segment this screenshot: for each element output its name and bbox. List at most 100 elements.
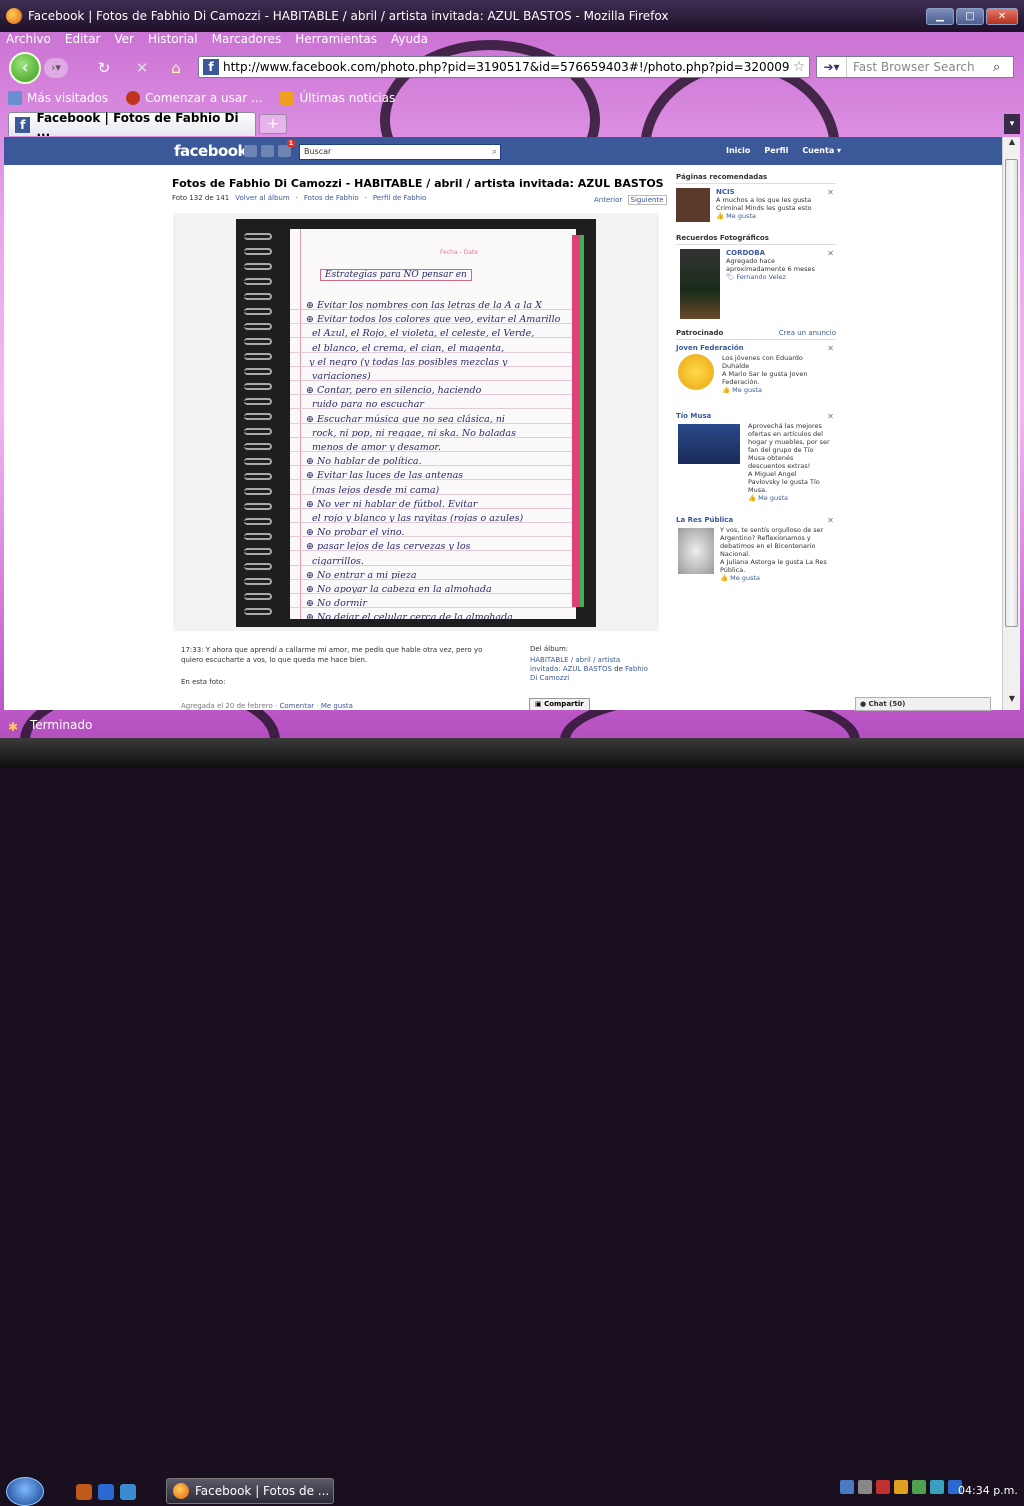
ad-like[interactable]: 👍 Me gusta — [720, 574, 828, 582]
ad-title[interactable]: Joven Federación — [676, 344, 836, 352]
ad-like[interactable]: 👍 Me gusta — [722, 386, 828, 394]
menu-archivo[interactable]: Archivo — [6, 32, 51, 50]
create-ad-link[interactable]: Crea un anuncio — [779, 329, 836, 337]
recommended-name[interactable]: NCIS — [716, 188, 828, 196]
bookmark-star-icon[interactable]: ☆ — [789, 59, 809, 75]
quicklaunch-icon[interactable] — [120, 1484, 136, 1500]
tab-facebook[interactable]: f Facebook | Fotos de Fabhio Di ... — [8, 111, 256, 139]
profile-of-link[interactable]: Perfil de Fabhio — [373, 194, 427, 202]
menu-ver[interactable]: Ver — [114, 32, 134, 50]
ad-title[interactable]: Tío Musa — [676, 412, 836, 420]
bookmark-most-visited[interactable]: Más visitados — [8, 90, 108, 106]
tray-icon[interactable] — [930, 1480, 944, 1494]
search-engine-icon[interactable]: ➔▾ — [817, 57, 847, 77]
chat-bar[interactable]: ● Chat (50) — [855, 697, 991, 711]
next-link[interactable]: Siguiente — [627, 195, 667, 205]
scroll-up-arrow[interactable]: ▲ — [1003, 137, 1021, 153]
start-button[interactable] — [6, 1477, 44, 1506]
notifications-icon[interactable]: 1 — [278, 140, 295, 157]
close-icon[interactable]: ✕ — [827, 516, 834, 525]
url-bar[interactable]: f http://www.facebook.com/photo.php?pid=… — [198, 56, 810, 78]
search-placeholder[interactable]: Fast Browser Search — [847, 60, 993, 74]
notebook-photo[interactable]: Fecha - Date Estrategias para NO pensar … — [236, 219, 596, 627]
note-line: ⊕ Evitar las luces de las antenas — [306, 470, 464, 482]
fb-nav-inicio[interactable]: Inicio — [726, 146, 750, 155]
ad-image[interactable] — [678, 424, 740, 464]
tab-list-button[interactable]: ▾ — [1004, 114, 1020, 134]
search-box[interactable]: ➔▾ Fast Browser Search ⌕ — [816, 56, 1014, 78]
minimize-button[interactable]: ▁ — [926, 8, 954, 25]
menu-ayuda[interactable]: Ayuda — [391, 32, 428, 50]
status-text: Terminado — [30, 718, 93, 732]
close-icon[interactable]: ✕ — [827, 344, 834, 353]
search-icon[interactable]: ⌕ — [492, 145, 497, 159]
share-label: Compartir — [544, 700, 584, 708]
close-icon[interactable]: ✕ — [827, 249, 834, 258]
menu-marcadores[interactable]: Marcadores — [212, 32, 282, 50]
recommended-like[interactable]: 👍 Me gusta — [716, 212, 828, 220]
ad-image[interactable] — [678, 528, 714, 574]
ie-icon[interactable] — [98, 1484, 114, 1500]
menu-editar[interactable]: Editar — [65, 32, 101, 50]
scrollbar-thumb[interactable] — [1005, 159, 1018, 627]
spiral-ring — [244, 608, 272, 615]
bookmark-latest-news[interactable]: Últimas noticias — [280, 90, 395, 106]
bookmark-getting-started[interactable]: Comenzar a usar ... — [126, 90, 262, 106]
taskbar-firefox-button[interactable]: Facebook | Fotos de ... — [166, 1478, 334, 1504]
spiral-ring — [244, 278, 272, 285]
album-link[interactable]: HABITABLE / abril / artista invitada: AZ… — [530, 656, 620, 673]
fb-nav-cuenta[interactable]: Cuenta ▾ — [802, 146, 841, 155]
memories-item: CORDOBA Agregado hace aproximadamente 6 … — [676, 249, 836, 329]
browser-window: Facebook | Fotos de Fabhio Di Camozzi - … — [0, 0, 1024, 738]
back-to-album-link[interactable]: Volver al álbum — [235, 194, 289, 202]
ncis-thumbnail[interactable] — [676, 188, 710, 222]
memory-title[interactable]: CORDOBA — [726, 249, 830, 257]
fb-search-input[interactable]: Buscar ⌕ — [299, 144, 501, 160]
new-tab-button[interactable]: + — [259, 114, 287, 134]
comment-link[interactable]: Comentar — [279, 702, 314, 710]
share-button[interactable]: ▣ Compartir — [529, 698, 590, 710]
memory-photo-thumbnail[interactable] — [680, 249, 720, 319]
tray-icon[interactable] — [876, 1480, 890, 1494]
status-icon: ✱ — [8, 720, 19, 734]
note-line: el Azul, el Rojo, el violeta, el celeste… — [306, 328, 535, 340]
prev-link[interactable]: Anterior — [594, 196, 622, 204]
messages-icon[interactable] — [261, 145, 274, 157]
ad-image[interactable] — [678, 354, 714, 390]
close-icon[interactable]: ✕ — [827, 188, 834, 197]
scroll-down-arrow[interactable]: ▼ — [1003, 694, 1021, 710]
photo-count: Foto 132 de 141 — [172, 194, 230, 202]
note-line: ruido para no escuchar — [306, 399, 424, 411]
close-button[interactable]: ✕ — [986, 8, 1018, 25]
fb-nav-perfil[interactable]: Perfil — [764, 146, 788, 155]
like-link[interactable]: Me gusta — [321, 702, 353, 710]
note-line: ⊕ Evitar los nombres con las letras de l… — [306, 300, 542, 311]
tray-icon[interactable] — [840, 1480, 854, 1494]
memory-person[interactable]: 🏷 Fernando Velez — [726, 273, 830, 281]
menu-herramientas[interactable]: Herramientas — [295, 32, 377, 50]
note-line: rock, ni pop, ni reggae, ni ska. No bala… — [306, 427, 516, 439]
back-button[interactable]: ‹ — [9, 52, 41, 84]
home-icon[interactable]: ⌂ — [166, 58, 186, 78]
friends-icon[interactable] — [244, 145, 257, 157]
ad-like[interactable]: 👍 Me gusta — [748, 494, 830, 502]
vertical-scrollbar[interactable]: ▲ ▼ — [1002, 137, 1020, 710]
forward-button[interactable]: ›▾ — [44, 58, 68, 78]
bookmark-label: Más visitados — [27, 91, 109, 105]
facebook-logo[interactable]: facebook — [174, 142, 248, 160]
reload-icon[interactable]: ↻ — [94, 58, 114, 78]
note-line: ⊕ No dejar el celular cerca de la almoha… — [306, 612, 513, 619]
maximize-button[interactable]: □ — [956, 8, 984, 25]
search-icon[interactable]: ⌕ — [993, 60, 1013, 75]
ad-title[interactable]: La Res Pública — [676, 516, 836, 524]
quicklaunch-icon[interactable] — [76, 1484, 92, 1500]
memories-heading: Recuerdos Fotográficos — [676, 234, 836, 245]
photos-of-link[interactable]: Fotos de Fabhio — [304, 194, 359, 202]
menu-historial[interactable]: Historial — [148, 32, 198, 50]
url-text[interactable]: http://www.facebook.com/photo.php?pid=31… — [223, 60, 789, 74]
tray-icon[interactable] — [912, 1480, 926, 1494]
close-icon[interactable]: ✕ — [827, 412, 834, 421]
stop-icon[interactable]: ✕ — [132, 58, 152, 78]
tray-icon[interactable] — [894, 1480, 908, 1494]
tray-icon[interactable] — [858, 1480, 872, 1494]
